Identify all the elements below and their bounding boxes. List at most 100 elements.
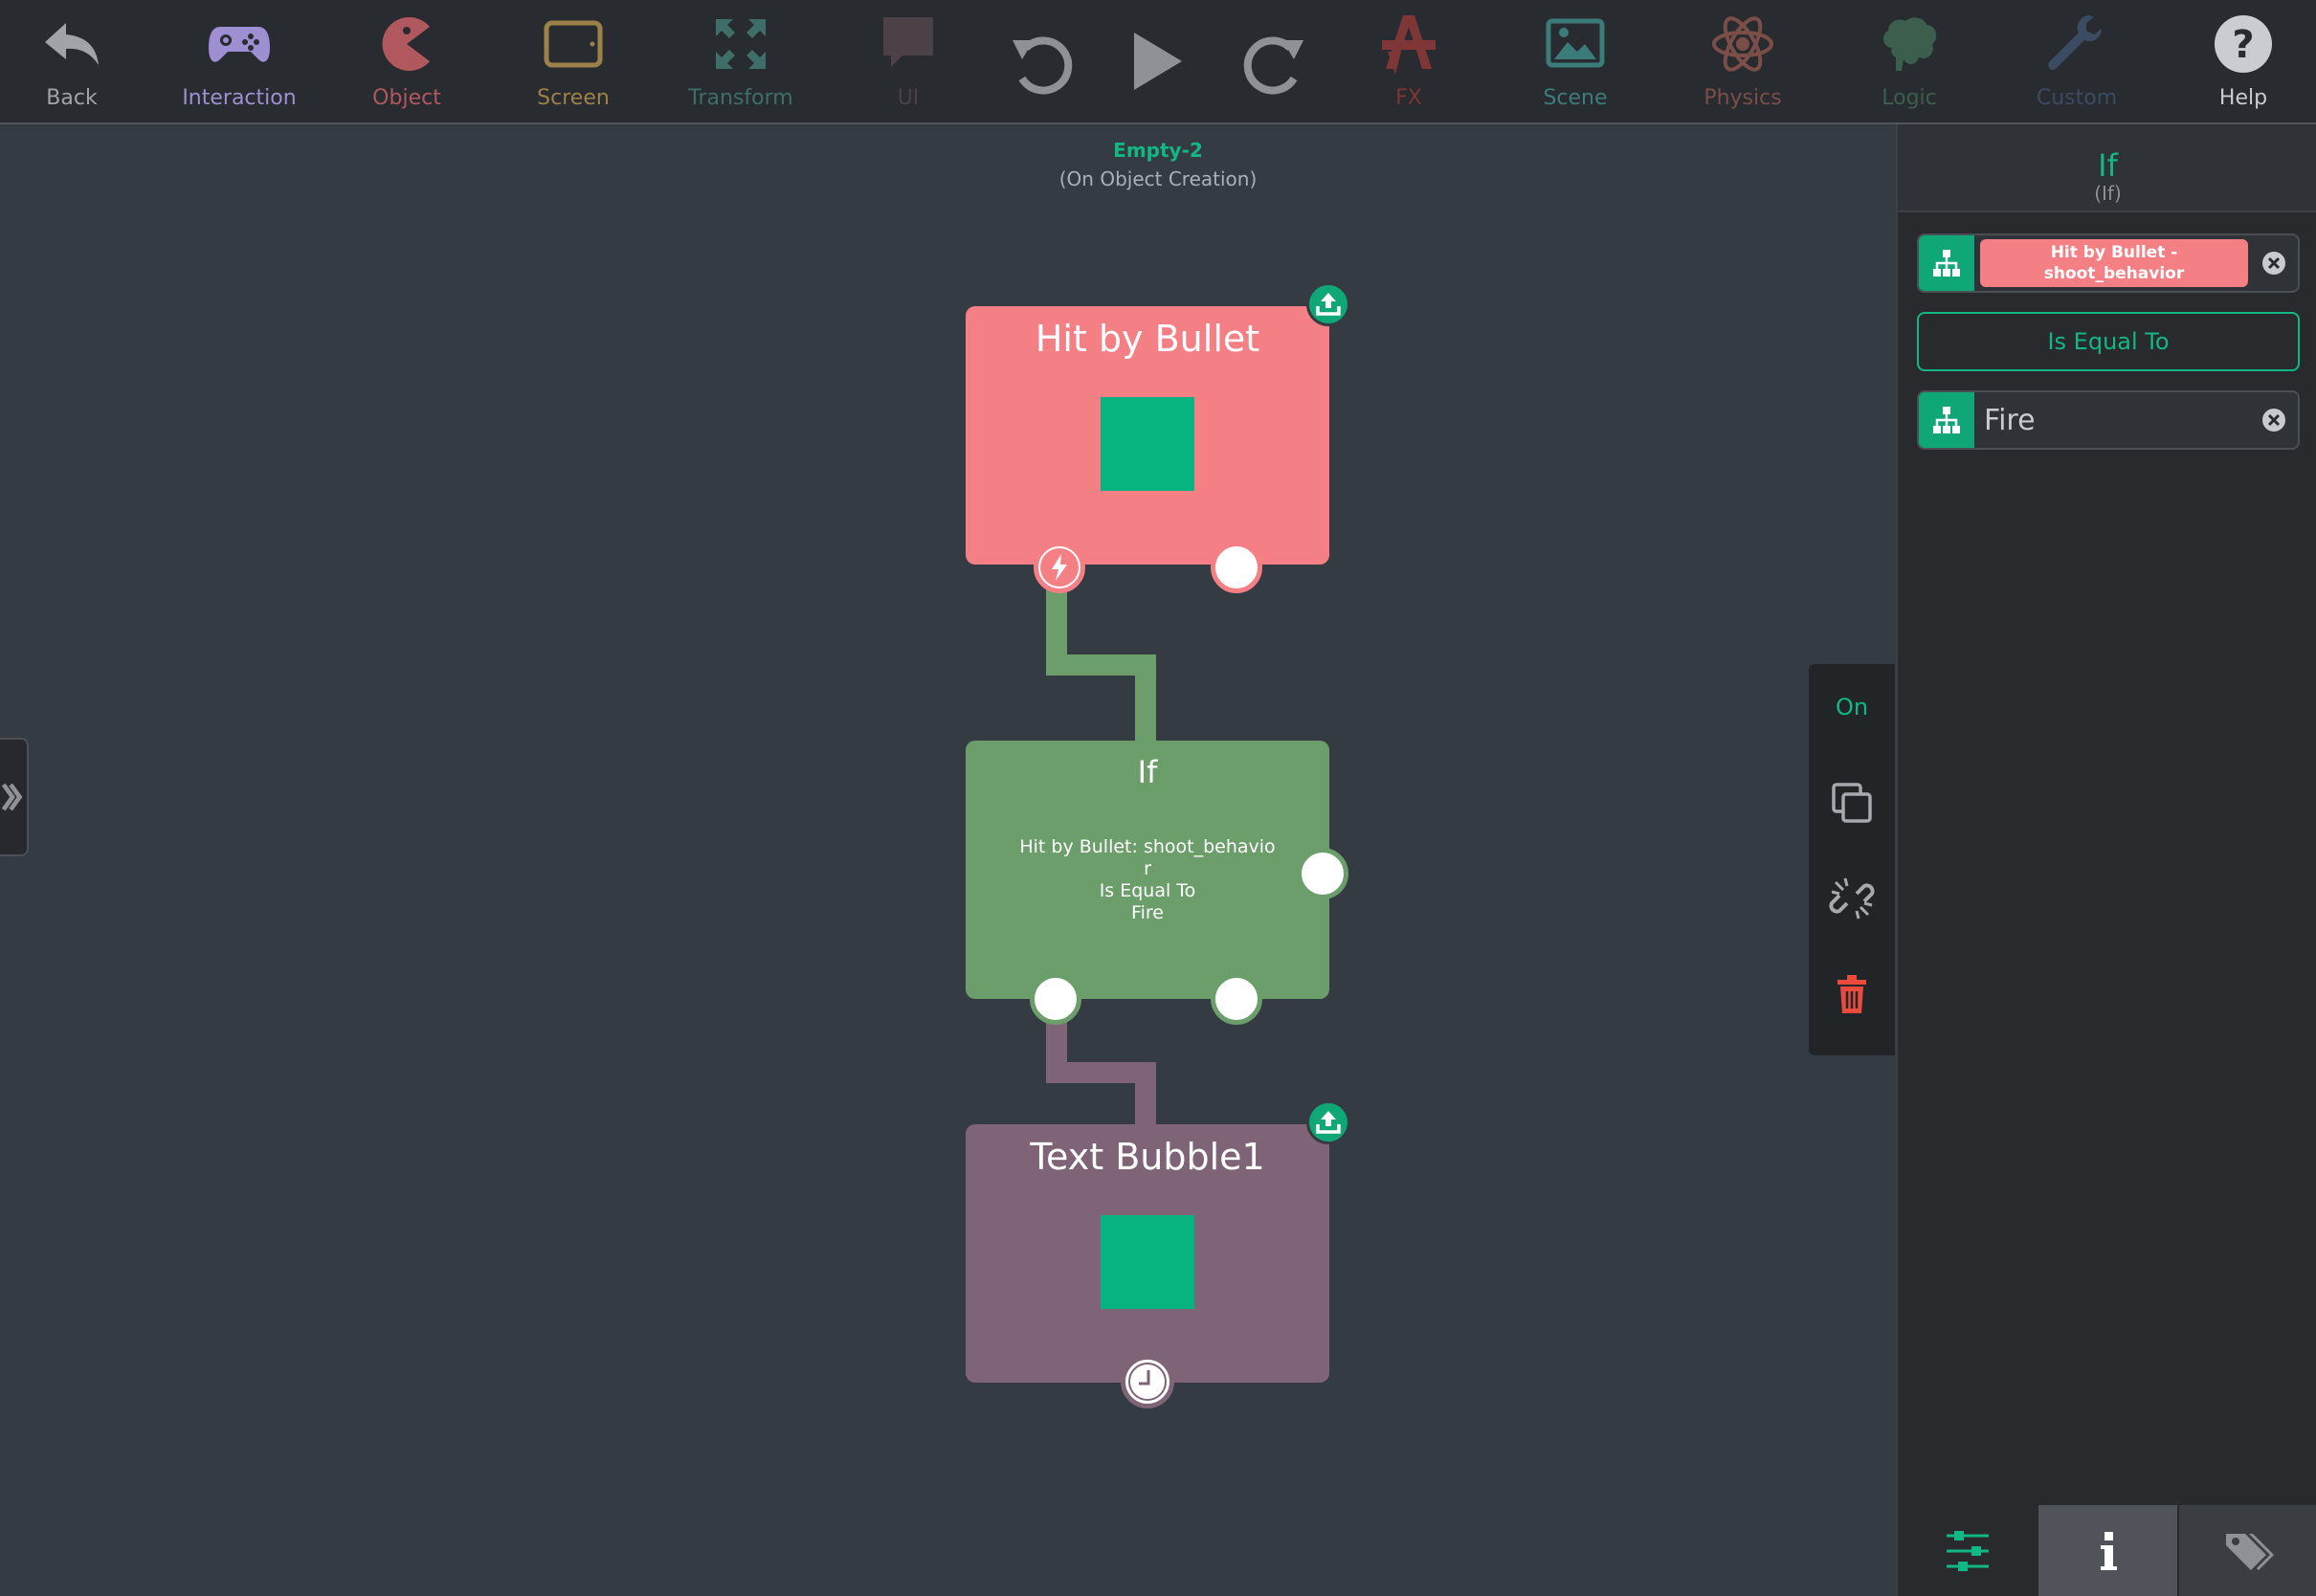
tablet-icon: [539, 10, 608, 78]
node-preview: [1101, 1215, 1194, 1309]
back-label: Back: [46, 86, 98, 110]
delete-button[interactable]: [1809, 961, 1895, 1028]
undo-button[interactable]: [999, 19, 1085, 105]
fx-label: FX: [1395, 86, 1422, 110]
trigger-port[interactable]: [1034, 542, 1085, 593]
parameter-1-field[interactable]: Hit by Bullet - shoot_behavior: [1917, 233, 2300, 293]
node-context-toolbar: On: [1809, 664, 1895, 1055]
logic-label: Logic: [1882, 86, 1937, 110]
top-toolbar: Back Interaction Object Screen Transform…: [0, 0, 2316, 124]
expand-arrows-icon: [706, 10, 775, 78]
condition-line-4: Fire: [1131, 902, 1164, 923]
fx-brush-icon: [1374, 10, 1443, 78]
left-panel-toggle[interactable]: [0, 738, 29, 856]
transform-label: Transform: [688, 86, 793, 110]
broken-link-icon: [1829, 877, 1875, 920]
hit-by-bullet-node[interactable]: Hit by Bullet: [966, 306, 1329, 565]
output-port[interactable]: [1211, 542, 1262, 593]
interaction-button[interactable]: Interaction: [155, 0, 323, 122]
help-label: Help: [2218, 86, 2268, 110]
ui-label: UI: [897, 86, 920, 110]
hierarchy-icon[interactable]: [1919, 392, 1974, 448]
object-button[interactable]: Object: [323, 0, 491, 122]
atom-icon: [1708, 10, 1777, 78]
undo-arrow-icon: [37, 10, 106, 78]
else-port[interactable]: [1297, 848, 1348, 899]
object-name: Empty-2: [1113, 139, 1203, 162]
node-preview: [1101, 397, 1194, 491]
svg-text:?: ?: [2232, 23, 2254, 67]
node-condition: Hit by Bullet: shoot_behavio r Is Equal …: [985, 836, 1310, 924]
condition-line-3: Is Equal To: [1099, 880, 1196, 901]
upload-tray-icon: [1316, 293, 1341, 316]
on-label: On: [1835, 694, 1869, 720]
tags-icon: [2225, 1533, 2274, 1570]
node-title: Text Bubble1: [1030, 1136, 1265, 1178]
play-icon: [1134, 33, 1182, 90]
false-port[interactable]: [1211, 973, 1262, 1025]
clear-icon[interactable]: [2261, 408, 2286, 432]
unlink-button[interactable]: [1809, 865, 1895, 932]
screen-label: Screen: [537, 86, 610, 110]
tab-info[interactable]: [2038, 1505, 2177, 1596]
duplicate-button[interactable]: [1809, 769, 1895, 836]
tab-tags[interactable]: [2179, 1505, 2316, 1596]
sliders-icon: [1946, 1530, 1989, 1571]
help-circle-icon: ?: [2209, 10, 2278, 78]
clock-icon: [1128, 1363, 1167, 1401]
pacman-icon: [372, 10, 441, 78]
wrench-icon: [2042, 10, 2111, 78]
scene-label: Scene: [1543, 86, 1608, 110]
fx-button[interactable]: FX: [1325, 0, 1493, 122]
condition-line-1: Hit by Bullet: shoot_behavio: [1019, 836, 1276, 857]
chevron-double-right-icon: [1, 783, 23, 811]
trash-icon: [1837, 975, 1866, 1013]
brain-icon: [1875, 10, 1944, 78]
timer-port[interactable]: [1121, 1355, 1174, 1408]
ui-button[interactable]: UI: [824, 0, 992, 122]
speech-bubble-icon: [874, 10, 943, 78]
image-icon: [1541, 10, 1610, 78]
upload-tray-icon: [1316, 1111, 1341, 1134]
true-port[interactable]: [1030, 973, 1081, 1025]
help-button[interactable]: ? Help: [2159, 0, 2316, 122]
physics-button[interactable]: Physics: [1659, 0, 1827, 122]
object-label: Object: [372, 86, 441, 110]
export-badge[interactable]: [1306, 1100, 1350, 1144]
transform-button[interactable]: Transform: [657, 0, 825, 122]
logic-button[interactable]: Logic: [1825, 0, 1993, 122]
condition-line-2: r: [1144, 858, 1151, 879]
properties-panel: If (If) Hit by Bullet - shoot_behavior I…: [1896, 124, 2316, 1596]
scene-button[interactable]: Scene: [1491, 0, 1659, 122]
event-name: (On Object Creation): [1058, 167, 1258, 190]
node-title: Hit by Bullet: [1035, 318, 1260, 360]
play-button[interactable]: [1115, 19, 1201, 105]
node-title: If: [1137, 754, 1158, 790]
panel-tabs: [1898, 1505, 2316, 1596]
screen-button[interactable]: Screen: [489, 0, 657, 122]
tab-properties[interactable]: [1898, 1505, 2037, 1596]
interaction-label: Interaction: [182, 86, 297, 110]
back-button[interactable]: Back: [0, 0, 156, 122]
redo-icon: [1243, 36, 1303, 95]
custom-label: Custom: [2036, 86, 2118, 110]
clear-icon[interactable]: [2261, 251, 2286, 276]
parameter-2-value: Fire: [1984, 404, 2036, 437]
operator-button[interactable]: Is Equal To: [1917, 312, 2300, 371]
toggle-on-button[interactable]: On: [1809, 674, 1895, 741]
parameter-1-value: Hit by Bullet - shoot_behavior: [1980, 239, 2248, 287]
lightning-icon: [1040, 548, 1079, 587]
parameter-2-field[interactable]: Fire: [1917, 390, 2300, 450]
redo-button[interactable]: [1231, 19, 1317, 105]
panel-subtitle: (If): [2094, 182, 2122, 205]
physics-label: Physics: [1704, 86, 1782, 110]
panel-header: If (If): [1898, 124, 2316, 212]
hierarchy-icon[interactable]: [1919, 235, 1974, 291]
panel-title: If: [2098, 147, 2118, 184]
gamepad-icon: [205, 10, 274, 78]
export-badge[interactable]: [1306, 282, 1350, 326]
text-bubble-node[interactable]: Text Bubble1: [966, 1124, 1329, 1383]
custom-button[interactable]: Custom: [1993, 0, 2161, 122]
if-node[interactable]: If Hit by Bullet: shoot_behavio r Is Equ…: [966, 741, 1329, 999]
undo-icon: [1013, 36, 1073, 95]
